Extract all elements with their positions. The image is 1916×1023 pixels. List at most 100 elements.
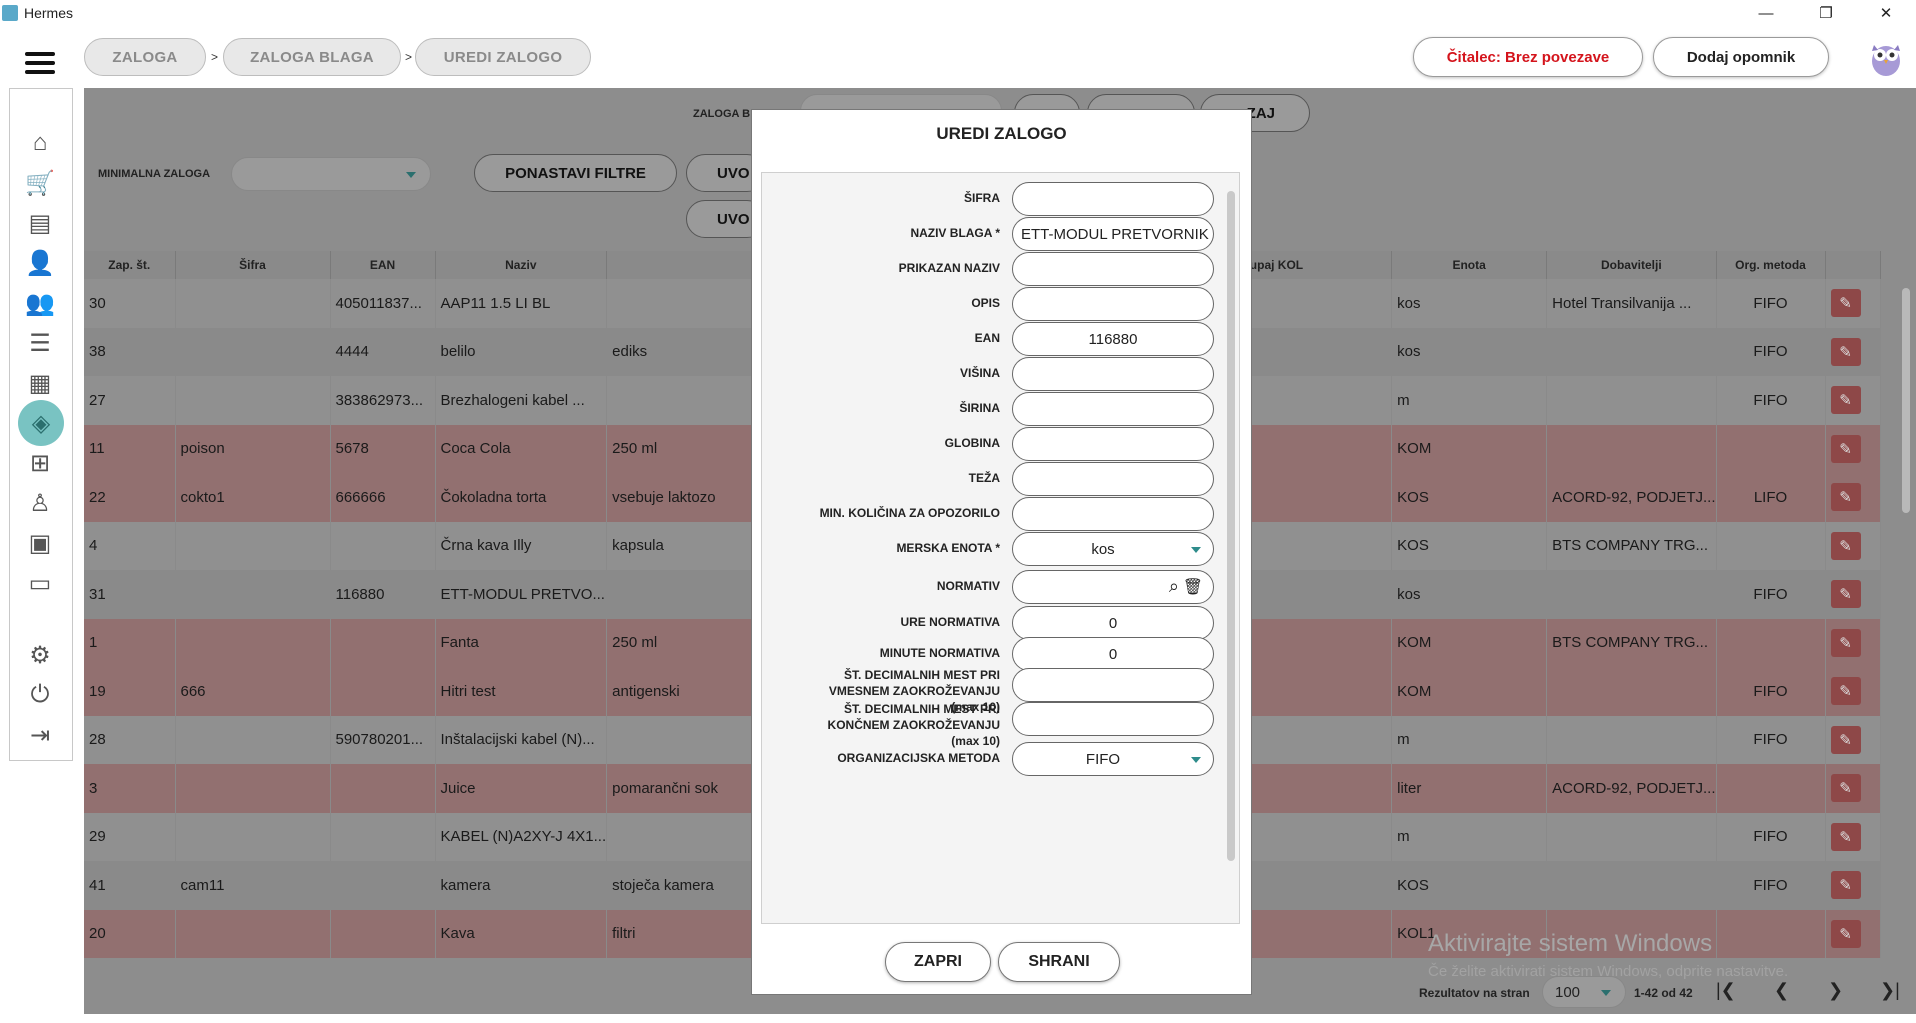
edit-icon[interactable]: ✎ [1830,386,1861,415]
sidebar-user-icon[interactable]: 👤 [24,247,56,279]
trash-icon[interactable]: 🗑 [1183,577,1203,597]
column-header-metoda[interactable]: Org. metoda [1716,251,1826,279]
form-input[interactable] [1012,357,1214,391]
form-input[interactable] [1012,287,1214,321]
sidebar-gear-icon[interactable]: ⚙ [24,639,56,671]
sidebar-power-icon[interactable]: ⏻ [24,679,56,711]
sidebar-document-icon[interactable]: ▤ [24,207,56,239]
form-input[interactable]: 0 [1012,637,1214,671]
form-label: NAZIV BLAGA * [910,226,1000,240]
breadcrumb-zaloga[interactable]: ZALOGA [84,38,206,76]
sidebar-list-icon[interactable]: ☰ [24,327,56,359]
cell-enota: KOS [1391,521,1548,570]
form-input[interactable]: 0 [1012,606,1214,640]
last-page-icon[interactable]: ❯| [1880,980,1900,1001]
save-button[interactable]: SHRANI [998,942,1120,982]
restore-button[interactable]: ❐ [1796,0,1856,26]
sidebar-chat-icon[interactable]: ▭ [24,567,56,599]
cell-actions: ✎ [1825,279,1881,328]
column-header-enota[interactable]: Enota [1391,251,1548,279]
close-button[interactable]: ✕ [1856,0,1916,26]
close-dialog-button[interactable]: ZAPRI [885,942,991,982]
cell-enota: KOM [1391,667,1548,716]
cell-ean: 590780201... [330,715,436,764]
edit-icon[interactable]: ✎ [1830,289,1861,318]
form-label: GLOBINA [944,436,1000,450]
edit-icon[interactable]: ✎ [1830,434,1861,463]
cell-dobavitelji: BTS COMPANY TRG... [1546,618,1717,667]
form-value: 0 [1108,645,1118,663]
column-header-naziv[interactable]: Naziv [435,251,608,279]
column-header-ean[interactable]: EAN [330,251,436,279]
edit-icon[interactable]: ✎ [1830,580,1861,609]
edit-icon[interactable]: ✎ [1830,677,1861,706]
form-label: MIN. KOLIČINA ZA OPOZORILO [819,506,1000,520]
edit-icon[interactable]: ✎ [1830,483,1861,512]
sidebar-home-icon[interactable]: ⌂ [24,127,56,159]
sidebar-cart-icon[interactable]: 🛒 [24,167,56,199]
cell-metoda: FIFO [1716,861,1826,910]
form-input[interactable] [1012,497,1214,531]
edit-icon[interactable]: ✎ [1830,725,1861,754]
form-input[interactable] [1012,668,1214,702]
per-page-value: 100 [1555,983,1581,1001]
next-page-icon[interactable]: ❯ [1828,980,1843,1001]
column-header-sifra[interactable]: Šifra [175,251,331,279]
table-scrollbar[interactable] [1899,276,1913,971]
cell-zap: 31 [84,570,176,619]
cell-ean: 405011837... [330,279,436,328]
minimize-button[interactable]: — [1736,0,1796,26]
cell-naziv: Črna kava Illy [435,521,608,570]
column-header-dobavitelji[interactable]: Dobavitelji [1546,251,1717,279]
chevron-down-icon [1191,547,1201,553]
prev-page-icon[interactable]: ❮ [1774,980,1789,1001]
sidebar-logout-icon[interactable]: ⇥ [24,719,56,751]
form-input[interactable]: 116880 [1012,322,1214,356]
cell-metoda: FIFO [1716,667,1826,716]
per-page-select[interactable]: 100 [1542,976,1626,1008]
form-input[interactable] [1012,252,1214,286]
form-select[interactable]: kos [1012,532,1214,566]
form-input[interactable] [1012,462,1214,496]
edit-icon[interactable]: ✎ [1830,628,1861,657]
add-reminder-button[interactable]: Dodaj opomnik [1653,37,1829,77]
form-input[interactable] [1012,702,1214,736]
normativ-search-field[interactable]: ⌕ 🗑 [1012,570,1214,604]
reader-status-button[interactable]: Čitalec: Brez povezave [1413,37,1643,77]
sidebar-calendar-icon[interactable]: ▦ [24,367,56,399]
edit-icon[interactable]: ✎ [1830,871,1861,900]
edit-icon[interactable]: ✎ [1830,822,1861,851]
dialog-scrollbar[interactable] [1225,177,1237,921]
cell-sifra [175,279,331,328]
reset-filters-button[interactable]: PONASTAVI FILTRE [474,154,677,192]
breadcrumb-uredi-zalogo[interactable]: UREDI ZALOGO [415,38,591,76]
min-stock-select[interactable] [231,157,431,191]
cell-ean [330,764,436,813]
edit-icon[interactable]: ✎ [1830,774,1861,803]
sidebar-layers-icon[interactable]: ◈ [18,400,64,446]
owl-avatar-icon[interactable] [1868,37,1904,77]
edit-icon[interactable]: ✎ [1830,337,1861,366]
dialog-scrollbar-thumb[interactable] [1227,191,1235,861]
sidebar-users-icon[interactable]: 👥 [24,287,56,319]
edit-icon[interactable]: ✎ [1830,919,1861,948]
form-input[interactable] [1012,182,1214,216]
table-scrollbar-thumb[interactable] [1902,288,1910,513]
first-page-icon[interactable]: |❮ [1716,980,1736,1001]
breadcrumb-zaloga-blaga[interactable]: ZALOGA BLAGA [223,38,401,76]
cell-naziv: AAP11 1.5 LI BL [435,279,608,328]
form-input[interactable] [1012,392,1214,426]
form-input[interactable]: ETT-MODUL PRETVORNIK LE [1012,217,1214,251]
edit-icon[interactable]: ✎ [1830,531,1861,560]
form-select[interactable]: FIFO [1012,742,1214,776]
hamburger-menu-icon[interactable] [25,52,55,74]
cell-actions: ✎ [1825,812,1881,861]
sidebar-hierarchy-icon[interactable]: ⊞ [24,447,56,479]
sidebar-briefcase-icon[interactable]: ▣ [24,527,56,559]
sidebar-worker-icon[interactable]: ♙ [24,487,56,519]
form-row: OPIS [762,286,1222,322]
form-input[interactable] [1012,427,1214,461]
search-icon[interactable]: ⌕ [1169,576,1179,597]
column-header-zap[interactable]: Zap. št. [84,251,176,279]
sidebar: ⌂ 🛒 ▤ 👤 👥 ☰ ▦ ◈ ⊞ ♙ ▣ ▭ ⚙ ⏻ ⇥ [9,88,73,761]
